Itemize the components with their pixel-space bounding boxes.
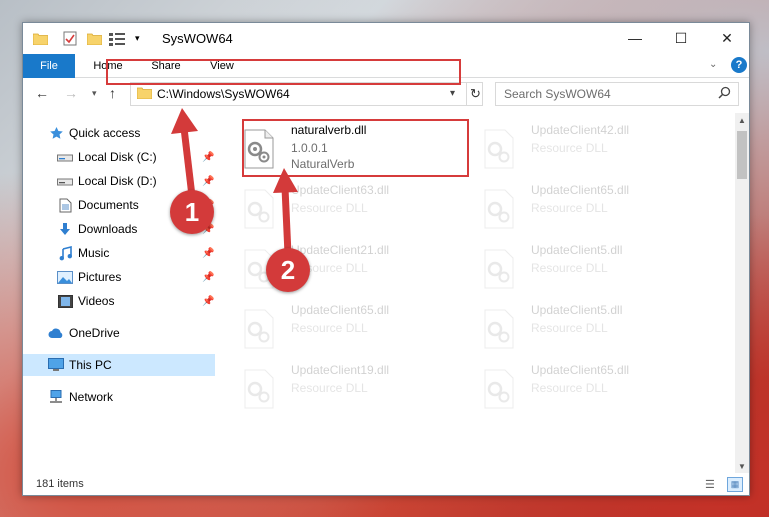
arrow-1: [180, 127, 196, 197]
step-2-callout: 2: [266, 248, 310, 292]
step-1-callout: 1: [170, 190, 214, 234]
arrow-2: [281, 187, 292, 255]
arrowhead-1: [171, 108, 198, 134]
arrowhead-2: [273, 168, 298, 193]
annotation-arrows: [171, 108, 298, 255]
